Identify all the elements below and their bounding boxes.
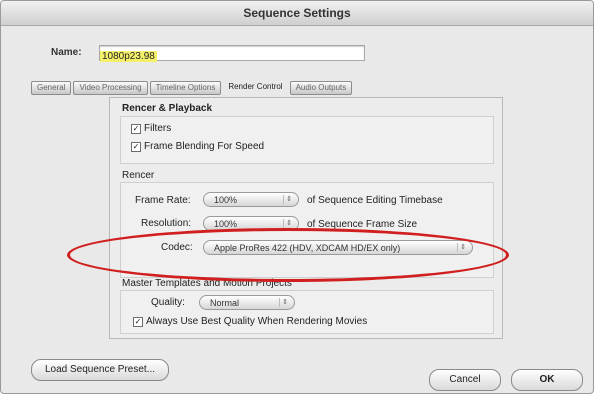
- quality-popup[interactable]: Normal ⇕: [199, 295, 295, 310]
- resolution-value: 100%: [214, 219, 238, 229]
- frame-rate-label: Frame Rate:: [135, 195, 191, 206]
- popup-arrows-icon: ⇕: [283, 195, 294, 204]
- checkmark-icon: ✓: [133, 316, 143, 327]
- render-playback-group: ✓ Filters ✓ Frame Blending For Speed: [120, 116, 494, 164]
- render-control-panel: Rencer & Playback ✓ Filters ✓ Frame Blen…: [109, 97, 503, 339]
- tab-timeline-options[interactable]: Timeline Options: [149, 81, 222, 95]
- window-title: Sequence Settings: [243, 6, 351, 20]
- popup-arrows-icon: ⇕: [283, 219, 294, 228]
- name-field[interactable]: 1080p23.98: [99, 45, 365, 62]
- frame-blending-checkbox[interactable]: ✓ Frame Blending For Speed: [131, 141, 264, 152]
- filters-checkbox[interactable]: ✓ Filters: [131, 123, 171, 134]
- render-playback-title: Rencer & Playback: [122, 103, 213, 114]
- tab-bar: General Video Processing Timeline Option…: [31, 81, 353, 95]
- ok-button[interactable]: OK: [511, 369, 583, 391]
- always-best-quality-checkbox[interactable]: ✓ Always Use Best Quality When Rendering…: [133, 316, 367, 327]
- always-best-quality-label: Always Use Best Quality When Rendering M…: [146, 316, 368, 327]
- quality-value: Normal: [210, 298, 240, 308]
- sequence-settings-window: Sequence Settings Name: 1080p23.98 Gener…: [0, 0, 594, 394]
- popup-arrows-icon: ⇕: [279, 298, 290, 307]
- frame-rate-popup[interactable]: 100% ⇕: [203, 192, 299, 207]
- checkmark-icon: ✓: [131, 141, 141, 152]
- annotation-ellipse: [67, 228, 509, 282]
- frame-rate-suffix: of Sequence Editing Timebase: [307, 195, 443, 206]
- quality-label: Quality:: [151, 297, 185, 308]
- frame-rate-value: 100%: [214, 195, 238, 205]
- tab-render-control[interactable]: Render Control: [223, 81, 288, 93]
- cancel-button[interactable]: Cancel: [429, 369, 501, 391]
- tab-audio-outputs[interactable]: Audio Outputs: [289, 81, 353, 95]
- tab-general[interactable]: General: [31, 81, 72, 95]
- render-title: Rencer: [122, 170, 155, 181]
- name-label: Name:: [51, 47, 82, 58]
- name-value: 1080p23.98: [100, 51, 157, 62]
- load-sequence-preset-button[interactable]: Load Sequence Preset...: [31, 359, 169, 381]
- frame-blending-label: Frame Blending For Speed: [144, 141, 265, 152]
- master-group: Quality: Normal ⇕ ✓ Always Use Best Qual…: [120, 290, 494, 334]
- title-bar[interactable]: Sequence Settings: [1, 1, 593, 26]
- resolution-label: Resolution:: [141, 218, 192, 229]
- filters-label: Filters: [144, 123, 172, 134]
- tab-video-processing[interactable]: Video Processing: [73, 81, 148, 95]
- checkmark-icon: ✓: [131, 123, 141, 134]
